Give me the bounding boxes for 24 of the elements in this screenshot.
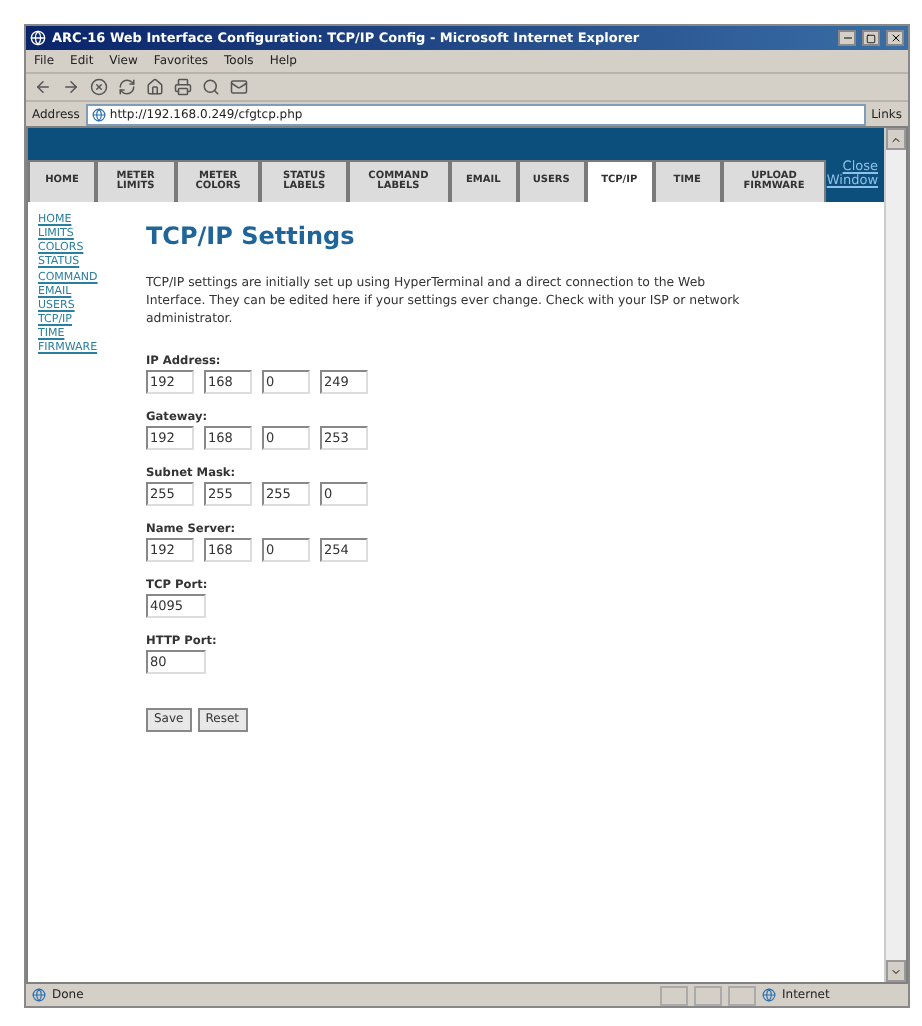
status-panel [694, 985, 722, 1005]
home-icon[interactable] [146, 78, 164, 96]
page-heading: TCP/IP Settings [146, 222, 357, 250]
zone-icon [762, 988, 776, 1002]
back-icon[interactable] [34, 78, 52, 96]
forward-icon[interactable] [62, 78, 80, 96]
refresh-icon[interactable] [118, 78, 136, 96]
app-icon [30, 30, 46, 46]
minimize-icon [841, 32, 853, 44]
page-icon [32, 988, 46, 1002]
maximize-button[interactable] [862, 30, 880, 46]
page-icon [91, 107, 106, 121]
status-panel [660, 985, 688, 1005]
mail-icon[interactable] [230, 78, 248, 96]
scroll-down-button[interactable] [886, 960, 906, 982]
stop-icon[interactable] [90, 78, 108, 96]
minimize-button[interactable] [838, 30, 856, 46]
print-icon[interactable] [174, 78, 192, 96]
close-icon [889, 32, 901, 44]
scroll-up-button[interactable] [886, 128, 906, 150]
maximize-icon [866, 33, 876, 43]
close-button[interactable] [886, 30, 904, 46]
status-panel [728, 985, 756, 1005]
search-icon[interactable] [202, 78, 220, 96]
